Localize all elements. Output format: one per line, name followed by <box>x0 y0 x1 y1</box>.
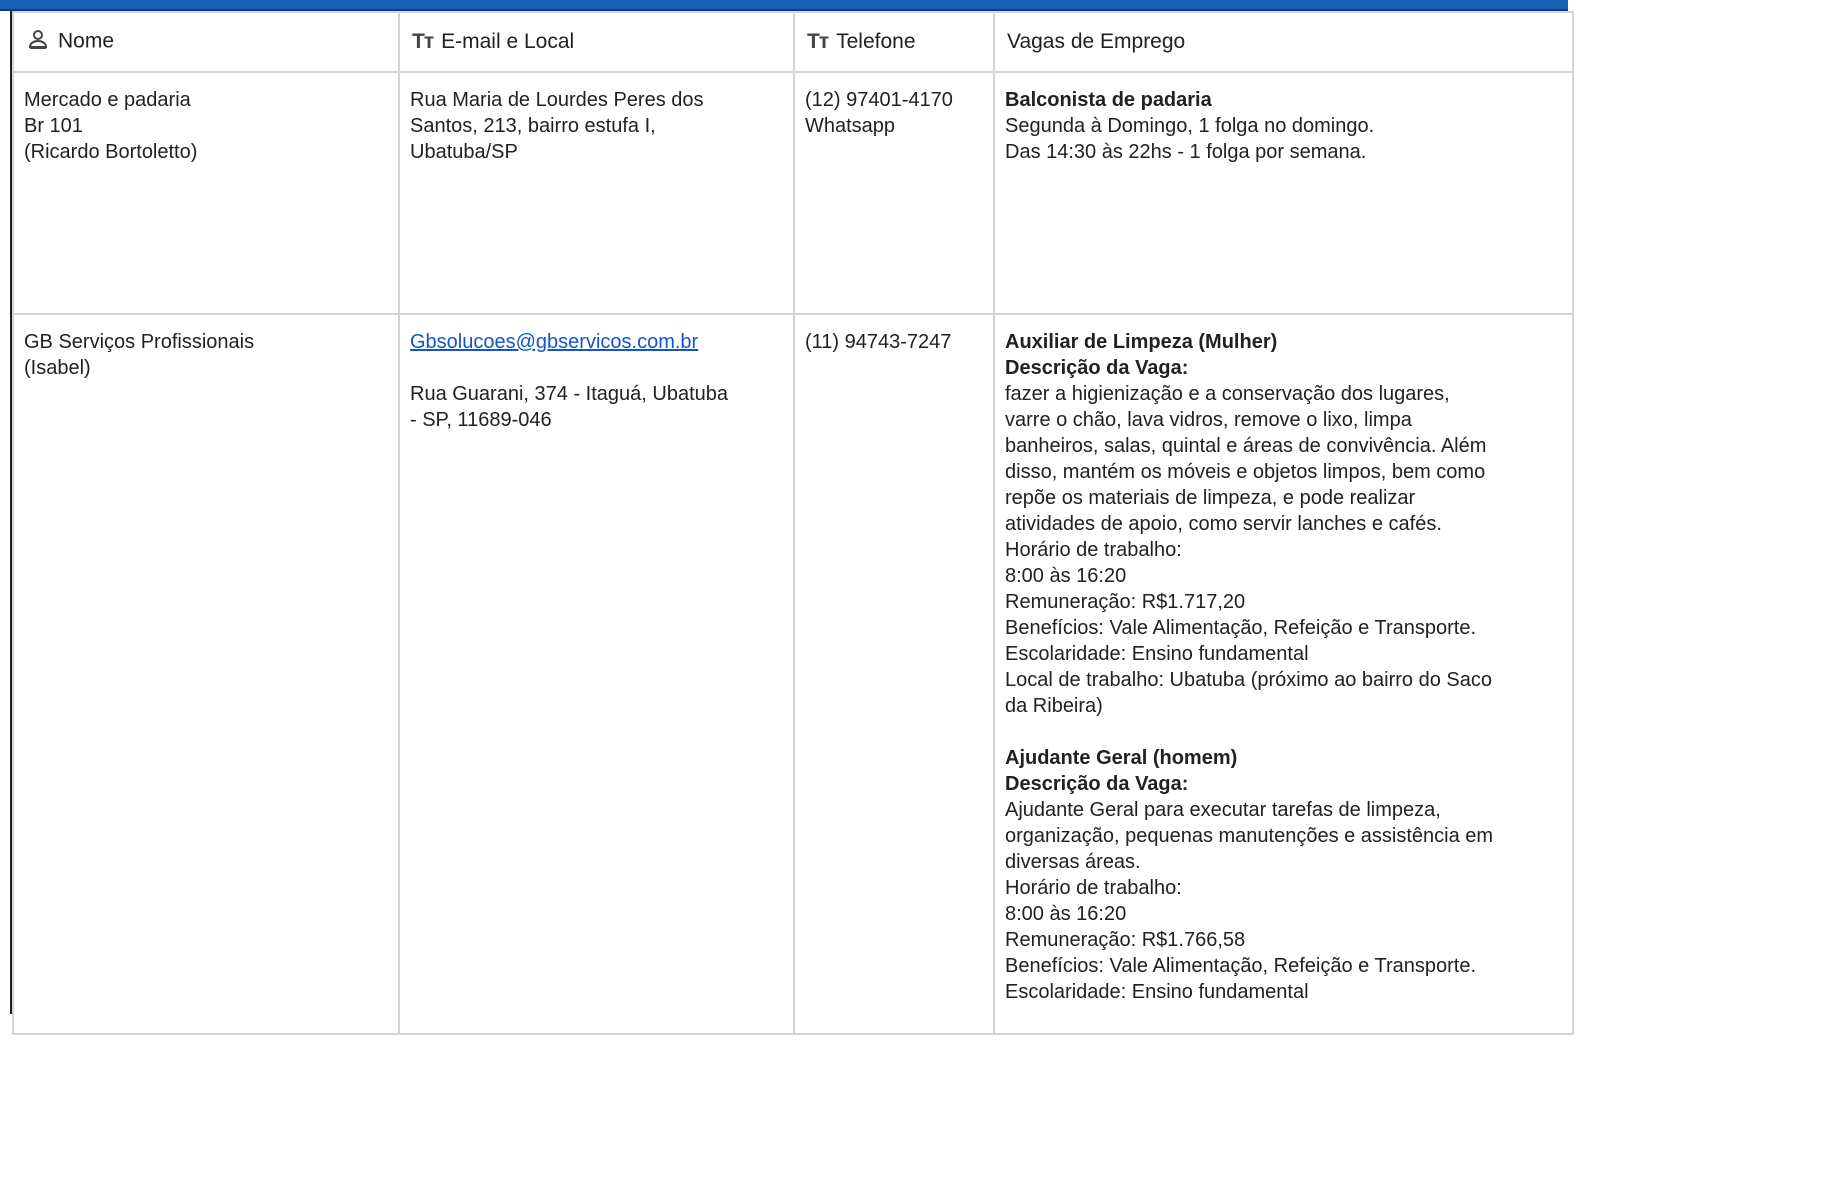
job-detail-line: da Ribeira) <box>1005 695 1103 717</box>
job-detail-line: Benefícios: Vale Alimentação, Refeição e… <box>1005 955 1477 977</box>
column-header-email-location[interactable]: Tт E-mail e Local <box>398 11 795 73</box>
cell-text: Mercado e padaria <box>24 89 191 111</box>
cell-jobs[interactable]: Balconista de padaria Segunda à Domingo,… <box>993 71 1574 315</box>
cell-text: - SP, 11689-046 <box>410 409 552 431</box>
job-detail-line: Local de trabalho: Ubatuba (próximo ao b… <box>1005 669 1492 691</box>
cell-text: Whatsapp <box>805 115 896 137</box>
cell-text: (Ricardo Bortoletto) <box>24 141 198 163</box>
cell-text: Das 14:30 às 22hs - 1 folga por semana. <box>1005 141 1367 163</box>
cell-text: (12) 97401-4170 <box>805 89 953 111</box>
job-detail-line: atividades de apoio, como servir lanches… <box>1005 513 1442 535</box>
column-header-email-location-label: E-mail e Local <box>441 30 575 53</box>
cell-text: (11) 94743-7247 <box>805 331 952 353</box>
cell-phone[interactable]: (11) 94743-7247 <box>793 313 995 1035</box>
job-detail-line: Horário de trabalho: <box>1005 539 1182 561</box>
cell-text: (Isabel) <box>24 357 91 379</box>
job-detail-line: diversas áreas. <box>1005 851 1141 873</box>
top-banner <box>0 0 1568 11</box>
email-link[interactable]: Gbsolucoes@gbservicos.com.br <box>410 329 783 355</box>
cell-email-location[interactable]: Rua Maria de Lourdes Peres dos Santos, 2… <box>398 71 795 315</box>
column-header-jobs-label: Vagas de Emprego <box>1007 30 1186 53</box>
job-detail-line: 8:00 às 16:20 <box>1005 565 1127 587</box>
table-row: GB Serviços Profissionais (Isabel) Gbsol… <box>12 313 1574 1035</box>
cell-phone[interactable]: (12) 97401-4170 Whatsapp <box>793 71 995 315</box>
column-header-name-label: Nome <box>58 29 115 53</box>
job-detail-line: fazer a higienização e a conservação dos… <box>1005 383 1450 405</box>
job-detail-line: disso, mantém os móveis e objetos limpos… <box>1005 461 1486 483</box>
table-row: Mercado e padaria Br 101 (Ricardo Bortol… <box>12 71 1574 315</box>
cell-text: Ubatuba/SP <box>410 141 518 163</box>
job-detail-line: Horário de trabalho: <box>1005 877 1182 899</box>
job-detail-line: organização, pequenas manutenções e assi… <box>1005 825 1494 847</box>
column-header-phone-label: Telefone <box>836 30 916 53</box>
cell-email-location[interactable]: Gbsolucoes@gbservicos.com.br Rua Guarani… <box>398 313 795 1035</box>
cell-text: Rua Guarani, 374 - Itaguá, Ubatuba <box>410 383 728 405</box>
cell-text: Rua Maria de Lourdes Peres dos <box>410 89 704 111</box>
cell-text: Br 101 <box>24 115 83 137</box>
cell-text: Santos, 213, bairro estufa I, <box>410 115 656 137</box>
job-detail-line: 8:00 às 16:20 <box>1005 903 1127 925</box>
job-detail-line: Benefícios: Vale Alimentação, Refeição e… <box>1005 617 1477 639</box>
job-title: Auxiliar de Limpeza (Mulher) <box>1005 331 1278 353</box>
column-header-jobs[interactable]: Vagas de Emprego <box>993 11 1574 73</box>
job-detail-line: repõe os materiais de limpeza, e pode re… <box>1005 487 1416 509</box>
job-detail-line: varre o chão, lava vidros, remove o lixo… <box>1005 409 1412 431</box>
column-header-phone[interactable]: Tт Telefone <box>793 11 995 73</box>
text-type-icon: Tт <box>807 30 829 53</box>
job-description-label: Descrição da Vaga: <box>1005 773 1189 795</box>
job-description-label: Descrição da Vaga: <box>1005 357 1189 379</box>
job-detail-line: Escolaridade: Ensino fundamental <box>1005 643 1309 665</box>
job-listings-table: Nome Tт E-mail e Local Tт Telefone Vagas d… <box>12 11 1574 1035</box>
job-detail-line: Remuneração: R$1.766,58 <box>1005 929 1246 951</box>
header-row: Nome Tт E-mail e Local Tт Telefone Vagas d… <box>12 11 1574 73</box>
job-title: Balconista de padaria <box>1005 89 1212 111</box>
job-detail-line: Remuneração: R$1.717,20 <box>1005 591 1246 613</box>
cell-name[interactable]: GB Serviços Profissionais (Isabel) <box>12 313 400 1035</box>
job-detail-line: banheiros, salas, quintal e áreas de con… <box>1005 435 1487 457</box>
cell-name[interactable]: Mercado e padaria Br 101 (Ricardo Bortol… <box>12 71 400 315</box>
cell-text: GB Serviços Profissionais <box>24 331 255 353</box>
job-detail-line: Escolaridade: Ensino fundamental <box>1005 981 1309 1003</box>
person-icon <box>26 27 50 57</box>
job-title: Ajudante Geral (homem) <box>1005 747 1238 769</box>
text-type-icon: Tт <box>412 30 434 53</box>
cell-jobs[interactable]: Auxiliar de Limpeza (Mulher) Descrição d… <box>993 313 1574 1035</box>
cell-text: Segunda à Domingo, 1 folga no domingo. <box>1005 115 1375 137</box>
job-detail-line: Ajudante Geral para executar tarefas de … <box>1005 799 1441 821</box>
column-header-name[interactable]: Nome <box>12 11 400 73</box>
